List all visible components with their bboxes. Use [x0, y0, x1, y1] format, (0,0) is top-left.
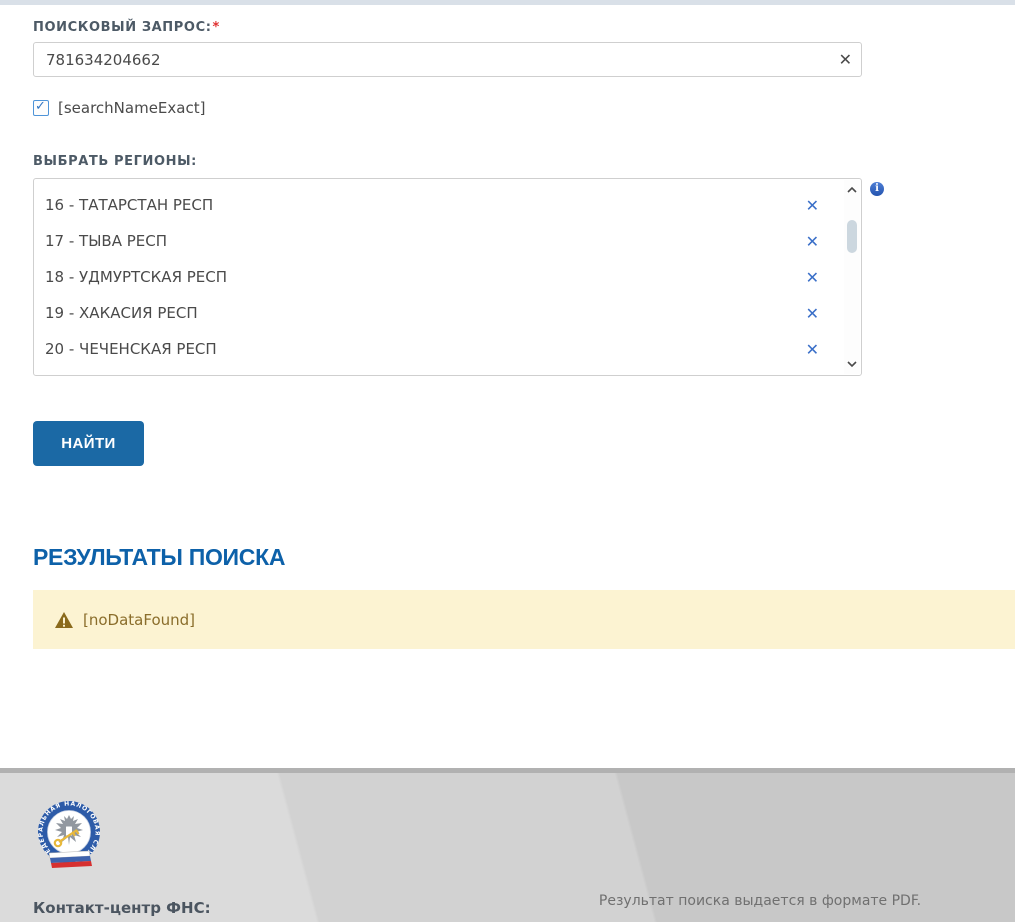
footer-contact-label: Контакт-центр ФНС:	[33, 899, 211, 917]
scrollbar-thumb[interactable]	[847, 220, 857, 253]
search-name-exact-label[interactable]: [searchNameExact]	[58, 99, 205, 117]
checkmark-icon: ✓	[35, 99, 46, 114]
footer-body: ФЕДЕРАЛЬНАЯ НАЛОГОВАЯ СЛУЖБА Контакт-це	[0, 773, 1015, 922]
remove-region-icon[interactable]: ✕	[806, 232, 819, 251]
warning-triangle-icon	[55, 611, 73, 628]
region-list-item[interactable]: 18 - УДМУРТСКАЯ РЕСП ✕	[34, 259, 861, 295]
search-form: ПОИСКОВЫЙ ЗАПРОС:* ✕ ✓ [searchNameExact]…	[0, 20, 1015, 649]
region-label: 20 - ЧЕЧЕНСКАЯ РЕСП	[45, 340, 217, 358]
search-input-wrap: ✕	[33, 42, 862, 77]
region-label: 16 - ТАТАРСТАН РЕСП	[45, 196, 214, 214]
search-name-exact-row: ✓ [searchNameExact]	[33, 99, 1015, 117]
footer-pdf-note: Результат поиска выдается в формате PDF.	[598, 893, 922, 909]
region-list-item[interactable]: 17 - ТЫВА РЕСП ✕	[34, 223, 861, 259]
remove-region-icon[interactable]: ✕	[806, 304, 819, 323]
search-query-label: ПОИСКОВЫЙ ЗАПРОС:*	[33, 20, 1015, 35]
region-list-item[interactable]: 16 - ТАТАРСТАН РЕСП ✕	[34, 187, 861, 223]
top-accent-bar	[0, 0, 1015, 5]
fns-logo: ФЕДЕРАЛЬНАЯ НАЛОГОВАЯ СЛУЖБА	[37, 801, 100, 868]
search-input[interactable]	[34, 43, 861, 76]
remove-region-icon[interactable]: ✕	[806, 340, 819, 359]
region-list-item[interactable]: 20 - ЧЕЧЕНСКАЯ РЕСП ✕	[34, 331, 861, 367]
remove-region-icon[interactable]: ✕	[806, 268, 819, 287]
scroll-down-icon[interactable]	[846, 358, 858, 370]
results-heading: РЕЗУЛЬТАТЫ ПОИСКА	[33, 544, 286, 570]
regions-label: ВЫБРАТЬ РЕГИОНЫ:	[33, 154, 197, 169]
info-icon[interactable]: i	[870, 182, 884, 196]
scroll-up-icon[interactable]	[846, 184, 858, 196]
search-name-exact-checkbox[interactable]: ✓	[33, 99, 49, 116]
clear-input-icon[interactable]: ✕	[839, 49, 852, 71]
find-button[interactable]: НАЙТИ	[33, 421, 144, 466]
region-label: 17 - ТЫВА РЕСП	[45, 232, 168, 250]
warning-message: [noDataFound]	[83, 610, 196, 629]
selected-regions-listbox: 16 - ТАТАРСТАН РЕСП ✕ 17 - ТЫВА РЕСП ✕ 1…	[33, 178, 862, 376]
listbox-scrollbar[interactable]	[844, 180, 860, 374]
region-list-item[interactable]: 19 - ХАКАСИЯ РЕСП ✕	[34, 295, 861, 331]
region-label: 19 - ХАКАСИЯ РЕСП	[45, 304, 198, 322]
region-label: 18 - УДМУРТСКАЯ РЕСП	[45, 268, 228, 286]
remove-region-icon[interactable]: ✕	[806, 196, 819, 215]
footer: ФЕДЕРАЛЬНАЯ НАЛОГОВАЯ СЛУЖБА Контакт-це	[0, 768, 1015, 922]
required-asterisk: *	[212, 20, 220, 35]
flag-ribbon	[48, 850, 92, 868]
search-query-label-text: ПОИСКОВЫЙ ЗАПРОС:	[33, 20, 212, 35]
no-data-warning: [noDataFound]	[33, 590, 1015, 649]
